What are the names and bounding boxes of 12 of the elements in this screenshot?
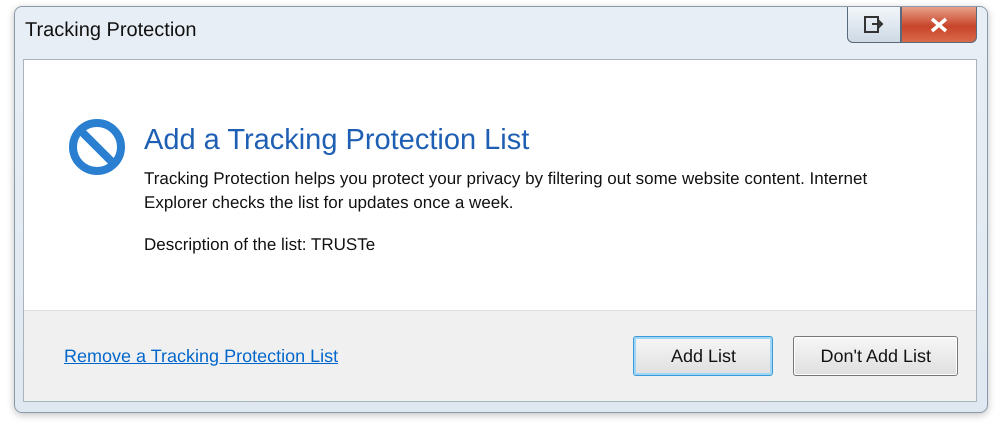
list-description: Description of the list: TRUSTe xyxy=(144,235,376,255)
dialog-button[interactable]: Don't Add List xyxy=(793,336,958,376)
close-icon xyxy=(930,16,948,32)
restore-button[interactable] xyxy=(847,7,901,43)
dialog-heading: Add a Tracking Protection List xyxy=(144,124,530,157)
window-title: Tracking Protection xyxy=(25,19,197,42)
window-icon xyxy=(864,16,884,34)
close-button[interactable] xyxy=(901,7,977,43)
blocked-icon xyxy=(68,118,126,176)
dialog-button[interactable]: Add List xyxy=(633,336,774,376)
remove-list-link[interactable]: Remove a Tracking Protection List xyxy=(64,346,614,366)
description-text: Tracking Protection helps you protect your privacy by filtering out some website content. Internet Explorer checks the list for updates once a week. xyxy=(144,168,868,214)
